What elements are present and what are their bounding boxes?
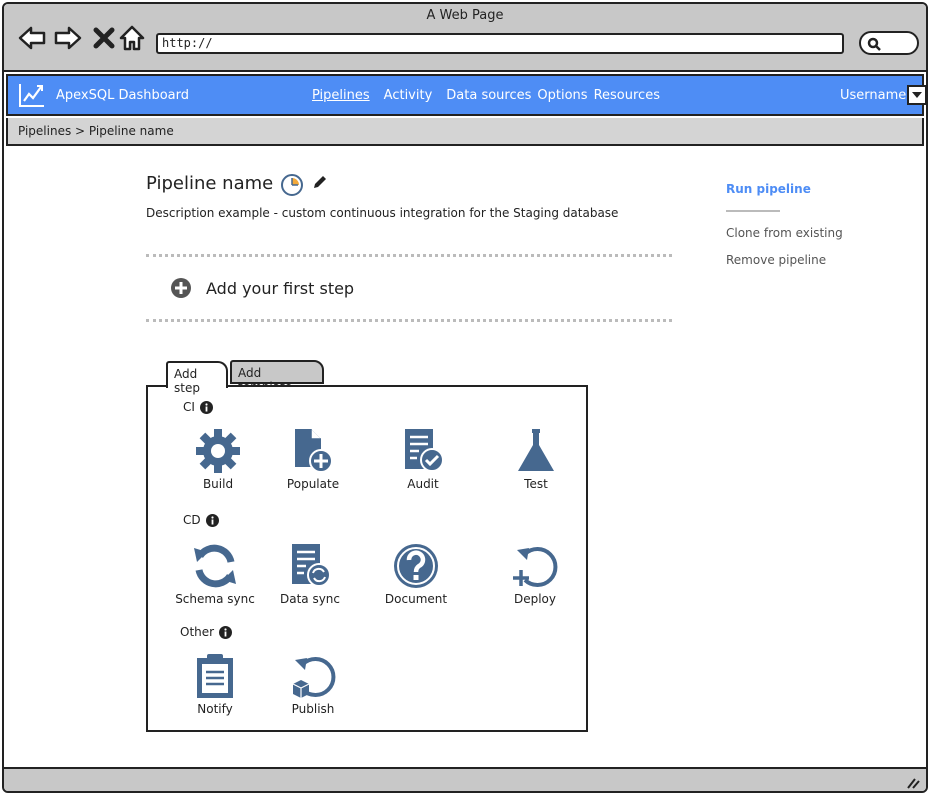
- clipboard-icon: [197, 654, 233, 698]
- step-data-sync-label: Data sync: [279, 592, 341, 606]
- home-icon[interactable]: [116, 22, 148, 54]
- schedule-clock-icon[interactable]: [280, 173, 304, 197]
- user-dropdown-button[interactable]: [907, 85, 926, 105]
- back-icon[interactable]: [16, 22, 48, 54]
- step-audit-label: Audit: [407, 477, 439, 491]
- nav-data-sources[interactable]: Data sources: [446, 88, 531, 103]
- pipeline-description: Description example - custom continuous …: [146, 206, 619, 220]
- flask-icon: [518, 429, 554, 471]
- browser-search-field[interactable]: [859, 31, 919, 55]
- step-publish[interactable]: Publish: [258, 652, 368, 716]
- info-icon[interactable]: [205, 513, 219, 527]
- group-ci: CI: [183, 400, 213, 414]
- step-test-label: Test: [524, 477, 548, 491]
- app-title[interactable]: ApexSQL Dashboard: [56, 88, 189, 103]
- group-other-label: Other: [180, 625, 215, 639]
- step-publish-label: Publish: [291, 702, 335, 716]
- dashboard-chart-icon: [19, 84, 44, 107]
- chevron-down-icon: [912, 92, 922, 98]
- deploy-restore-icon: [513, 547, 558, 587]
- edit-pencil-icon[interactable]: [312, 174, 328, 190]
- window-title: A Web Page: [426, 8, 504, 23]
- step-document-label: Document: [384, 592, 448, 606]
- add-first-step-label: Add your first step: [206, 278, 355, 298]
- publish-package-icon: [292, 657, 336, 698]
- clone-pipeline-link[interactable]: Clone from existing: [726, 226, 843, 240]
- step-data-sync[interactable]: Data sync: [255, 542, 365, 606]
- add-step-panel: CI Build Populate Audit Test CD Schema s…: [146, 385, 588, 732]
- pipeline-actions: Run pipeline Clone from existing Remove …: [726, 182, 843, 280]
- browser-status-bar: [4, 767, 926, 791]
- forward-icon[interactable]: [52, 22, 84, 54]
- step-audit[interactable]: Audit: [368, 427, 478, 491]
- file-add-icon: [295, 429, 333, 473]
- username-menu[interactable]: Username: [840, 88, 906, 103]
- dotted-divider-bottom: [146, 319, 672, 322]
- step-build[interactable]: Build: [163, 427, 273, 491]
- group-cd-label: CD: [183, 513, 201, 527]
- help-question-icon: [394, 544, 438, 588]
- sync-icon: [194, 544, 236, 588]
- add-first-step-button[interactable]: Add your first step: [170, 277, 354, 299]
- dotted-divider-top: [146, 254, 672, 257]
- group-other: Other: [180, 625, 233, 639]
- browser-chrome: A Web Page http://: [4, 4, 926, 72]
- nav-resources[interactable]: Resources: [594, 88, 660, 103]
- group-cd: CD: [183, 513, 219, 527]
- url-input[interactable]: http://: [156, 33, 844, 54]
- info-icon[interactable]: [219, 625, 233, 639]
- step-test[interactable]: Test: [481, 427, 591, 491]
- browser-window: A Web Page http:// ApexSQL Dashboard Pip…: [2, 2, 928, 793]
- nav-pipelines[interactable]: Pipelines: [312, 88, 370, 103]
- info-icon[interactable]: [199, 400, 213, 414]
- app-header: ApexSQL Dashboard Pipelines Activity Dat…: [6, 74, 926, 116]
- document-sync-icon: [292, 544, 331, 587]
- tab-add-template[interactable]: Add template: [230, 360, 324, 394]
- resize-grip-icon[interactable]: [906, 777, 920, 789]
- step-build-label: Build: [202, 477, 234, 491]
- step-schema-sync-label: Schema sync: [175, 592, 255, 606]
- breadcrumb[interactable]: Pipelines > Pipeline name: [6, 118, 924, 146]
- step-schema-sync[interactable]: Schema sync: [160, 542, 270, 606]
- tab-add-step[interactable]: Add step: [166, 361, 228, 395]
- run-pipeline-link[interactable]: Run pipeline: [726, 182, 843, 196]
- step-deploy-label: Deploy: [513, 592, 557, 606]
- add-circle-icon: [171, 278, 191, 298]
- remove-pipeline-link[interactable]: Remove pipeline: [726, 253, 843, 267]
- step-deploy[interactable]: Deploy: [480, 542, 590, 606]
- step-notify[interactable]: Notify: [160, 652, 270, 716]
- side-divider: [726, 210, 780, 212]
- step-populate[interactable]: Populate: [258, 427, 368, 491]
- group-ci-label: CI: [183, 400, 195, 414]
- main-nav: Pipelines Activity Data sources Options …: [312, 88, 660, 103]
- step-notify-label: Notify: [197, 702, 233, 716]
- document-check-icon: [405, 429, 444, 472]
- nav-activity[interactable]: Activity: [384, 88, 433, 103]
- search-icon: [867, 37, 881, 51]
- page-title: Pipeline name: [146, 173, 274, 194]
- nav-options[interactable]: Options: [537, 88, 587, 103]
- gear-icon: [196, 429, 240, 473]
- step-populate-label: Populate: [286, 477, 340, 491]
- step-document[interactable]: Document: [361, 542, 471, 606]
